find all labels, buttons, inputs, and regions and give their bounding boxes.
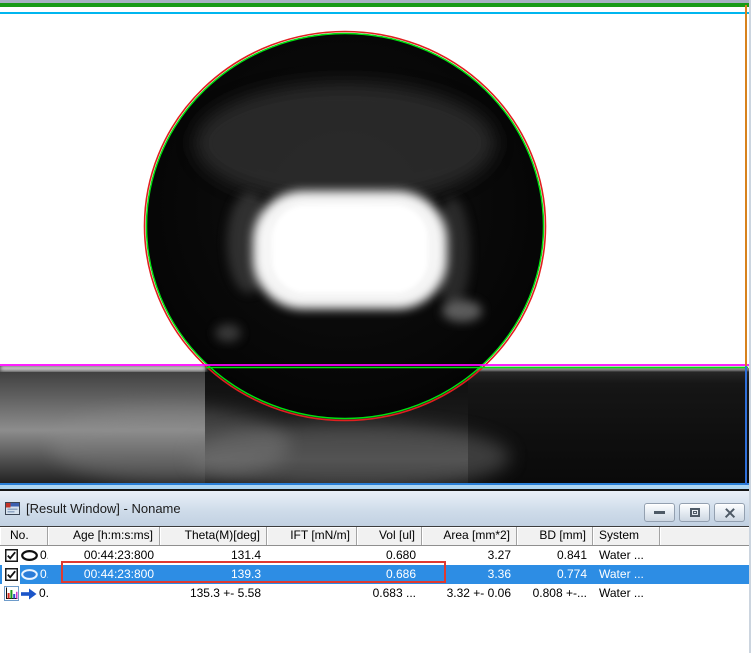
area-cell: 3.27 (422, 546, 517, 565)
table-body: 0... 00:44:23:800 131.4 0.680 3.27 0.841… (0, 546, 751, 603)
bd-cell: 0.808 +-... (517, 584, 593, 603)
window-title: [Result Window] - Noname (26, 501, 181, 516)
age-cell: 00:44:23:800 (48, 565, 160, 584)
theta-cell: 131.4 (160, 546, 267, 565)
minimize-icon (654, 511, 665, 514)
result-window-titlebar[interactable]: [Result Window] - Noname (0, 491, 751, 526)
row-no-cell: 0... (0, 565, 48, 584)
column-header-bd[interactable]: BD [mm] (517, 527, 593, 545)
vol-cell: 0.686 (357, 565, 422, 584)
arrow-right-icon (21, 588, 37, 600)
bd-cell: 0.841 (517, 546, 593, 565)
roi-right-line-lower (745, 366, 747, 485)
eye-icon (21, 550, 38, 561)
camera-image (0, 15, 751, 483)
window-controls (640, 503, 745, 522)
table-row-statistics[interactable]: 0... 135.3 +- 5.58 0.683 ... 3.32 +- 0.0… (0, 584, 751, 603)
row-number: 0... (40, 546, 48, 565)
drop-image-view (0, 15, 751, 483)
column-header-empty (660, 527, 751, 545)
ift-cell (267, 565, 357, 584)
theta-cell: 135.3 +- 5.58 (160, 584, 267, 603)
result-window: [Result Window] - Noname No. Age [h:m:s:… (0, 491, 751, 653)
column-header-theta[interactable]: Theta(M)[deg] (160, 527, 267, 545)
row-number: 0... (39, 584, 48, 603)
table-row[interactable]: 0... 00:44:23:800 131.4 0.680 3.27 0.841… (0, 546, 751, 565)
restore-icon (690, 508, 700, 517)
bd-cell: 0.774 (517, 565, 593, 584)
vol-cell: 0.683 ... (357, 584, 422, 603)
eye-icon (21, 569, 38, 580)
column-header-no[interactable]: No. (0, 527, 48, 545)
result-window-icon[interactable] (5, 502, 20, 515)
row-number: 0... (40, 565, 48, 584)
top-green-strip (0, 3, 751, 7)
area-cell: 3.36 (422, 565, 517, 584)
area-cell: 3.32 +- 0.06 (422, 584, 517, 603)
system-cell: Water ... (593, 565, 660, 584)
table-header: No. Age [h:m:s:ms] Theta(M)[deg] IFT [mN… (0, 526, 751, 546)
column-header-age[interactable]: Age [h:m:s:ms] (48, 527, 160, 545)
row-no-cell: 0... (0, 546, 48, 565)
roi-right-line-upper (745, 5, 747, 366)
minimize-button[interactable] (644, 503, 675, 522)
droplet (146, 33, 544, 419)
theta-cell: 139.3 (160, 565, 267, 584)
row-checkbox-checked[interactable] (2, 565, 20, 584)
cyan-divider-line (0, 12, 751, 14)
age-cell (48, 584, 160, 603)
ift-cell (267, 584, 357, 603)
column-header-area[interactable]: Area [mm*2] (422, 527, 517, 545)
row-no-cell: 0... (0, 584, 48, 603)
system-cell: Water ... (593, 584, 660, 603)
system-cell: Water ... (593, 546, 660, 565)
vol-cell: 0.680 (357, 546, 422, 565)
row-checkbox-checked[interactable] (2, 546, 20, 565)
column-header-vol[interactable]: Vol [ul] (357, 527, 422, 545)
close-button[interactable] (714, 503, 745, 522)
column-header-system[interactable]: System (593, 527, 660, 545)
age-cell: 00:44:23:800 (48, 546, 160, 565)
ift-cell (267, 546, 357, 565)
restore-button[interactable] (679, 503, 710, 522)
table-row-selected[interactable]: 0... 00:44:23:800 139.3 0.686 3.36 0.774… (0, 565, 751, 584)
close-icon (724, 508, 736, 518)
histogram-icon (2, 584, 20, 603)
column-header-ift[interactable]: IFT [mN/m] (267, 527, 357, 545)
